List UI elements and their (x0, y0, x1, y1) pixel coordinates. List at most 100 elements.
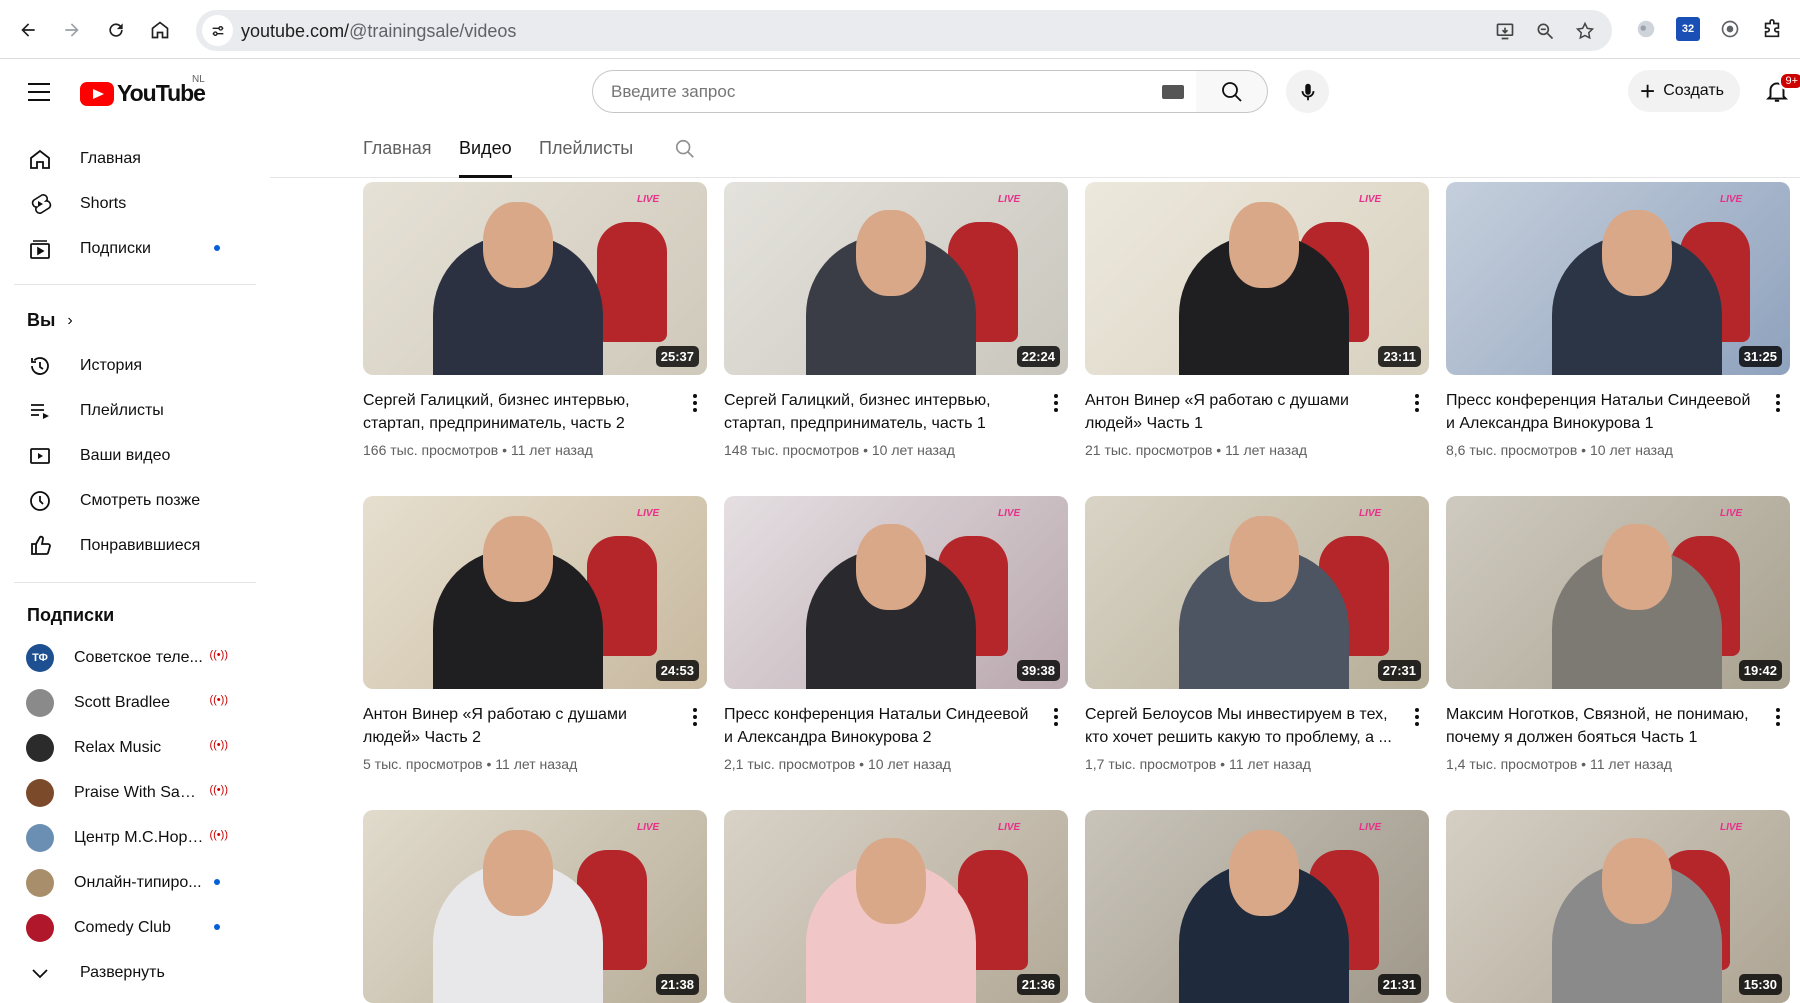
video-card[interactable]: LIVE 21:38 (363, 810, 707, 1003)
zoom-icon[interactable] (1532, 18, 1558, 44)
channel-name: Comedy Club (74, 918, 171, 936)
video-card[interactable]: LIVE 15:30 (1446, 810, 1790, 1003)
video-card[interactable]: LIVE 25:37 Сергей Галицкий, бизнес интер… (363, 182, 707, 458)
more-actions-icon[interactable] (687, 706, 703, 728)
install-app-icon[interactable] (1492, 18, 1518, 44)
video-thumbnail[interactable]: LIVE 31:25 (1446, 182, 1790, 375)
youtube-masthead: YouTube NL + Создать 9+ (0, 60, 1800, 122)
video-title[interactable]: Антон Винер «Я работаю с душами людей» Ч… (1085, 389, 1400, 435)
sidebar-item-subscriptions[interactable]: Подписки (14, 226, 254, 271)
sidebar-subscription[interactable]: Praise With Sang... ((•)) (14, 770, 254, 815)
notifications-button[interactable]: 9+ (1764, 72, 1800, 108)
video-card[interactable]: LIVE 22:24 Сергей Галицкий, бизнес интер… (724, 182, 1068, 458)
sidebar-item-liked[interactable]: Понравившиеся (14, 523, 254, 568)
sidebar-expand-button[interactable]: Развернуть (14, 950, 254, 995)
youtube-logo[interactable]: YouTube NL (80, 74, 206, 107)
video-thumbnail[interactable]: LIVE 15:30 (1446, 810, 1790, 1003)
video-thumbnail[interactable]: LIVE 39:38 (724, 496, 1068, 689)
video-title[interactable]: Пресс конференция Натальи Синдеевой и Ал… (724, 703, 1039, 749)
channel-search-button[interactable] (674, 138, 696, 165)
chevron-down-icon (27, 960, 53, 986)
video-card[interactable]: LIVE 27:31 Сергей Белоусов Мы инвестируе… (1085, 496, 1429, 772)
video-title[interactable]: Сергей Галицкий, бизнес интервью, старта… (363, 389, 678, 435)
video-card[interactable]: LIVE 21:36 (724, 810, 1068, 1003)
menu-icon[interactable] (22, 77, 58, 105)
keyboard-icon[interactable] (1162, 85, 1184, 99)
view-count: 21 тыс. просмотров (1085, 442, 1213, 458)
thumbnail-face (1602, 838, 1672, 924)
video-card[interactable]: LIVE 19:42 Максим Ноготков, Связной, не … (1446, 496, 1790, 772)
more-actions-icon[interactable] (687, 392, 703, 414)
sidebar-you-header[interactable]: Вы › (14, 298, 254, 343)
more-actions-icon[interactable] (1770, 706, 1786, 728)
sidebar-subscription[interactable]: Онлайн-типиро... (14, 860, 254, 905)
video-duration: 31:25 (1738, 346, 1782, 367)
video-card[interactable]: LIVE 24:53 Антон Винер «Я работаю с душа… (363, 496, 707, 772)
more-actions-icon[interactable] (1770, 392, 1786, 414)
extension-cloud-icon[interactable] (1634, 17, 1658, 41)
sidebar-item-history[interactable]: История (14, 343, 254, 388)
address-bar[interactable]: youtube.com/@trainingsale/videos (196, 10, 1612, 51)
video-thumbnail[interactable]: LIVE 25:37 (363, 182, 707, 375)
thumbnail-face (483, 830, 553, 916)
video-thumbnail[interactable]: LIVE 27:31 (1085, 496, 1429, 689)
thumbnail-face (1602, 210, 1672, 296)
extension-32-icon[interactable]: 32 (1676, 17, 1700, 41)
video-thumbnail[interactable]: LIVE 24:53 (363, 496, 707, 689)
back-button[interactable] (10, 12, 46, 48)
forward-button[interactable] (54, 12, 90, 48)
video-thumbnail[interactable]: LIVE 21:38 (363, 810, 707, 1003)
channel-watermark: LIVE (1359, 508, 1382, 519)
sidebar-subscription[interactable]: Центр М.С.Норб... ((•)) (14, 815, 254, 860)
video-card[interactable]: LIVE 23:11 Антон Винер «Я работаю с душа… (1085, 182, 1429, 458)
channel-name: Центр М.С.Норб... (74, 828, 204, 846)
search-button[interactable] (1196, 70, 1268, 113)
sidebar-subscription[interactable]: Scott Bradlee ((•)) (14, 680, 254, 725)
video-title[interactable]: Пресс конференция Натальи Синдеевой и Ал… (1446, 389, 1761, 435)
url-text[interactable]: youtube.com/@trainingsale/videos (241, 21, 516, 42)
sidebar-subscription[interactable]: ТФ Советское теле... ((•)) (14, 635, 254, 680)
live-icon: ((•)) (209, 784, 228, 796)
tab-home[interactable]: Главная (363, 138, 432, 178)
extension-record-icon[interactable] (1718, 17, 1742, 41)
country-code: NL (192, 74, 205, 85)
more-actions-icon[interactable] (1048, 392, 1064, 414)
meta-separator: • (859, 442, 872, 458)
tab-playlists[interactable]: Плейлисты (539, 138, 633, 178)
extensions-puzzle-icon[interactable] (1760, 17, 1784, 41)
site-info-icon[interactable] (202, 15, 233, 46)
video-thumbnail[interactable]: LIVE 22:24 (724, 182, 1068, 375)
sidebar-item-watch-later[interactable]: Смотреть позже (14, 478, 254, 523)
more-actions-icon[interactable] (1409, 392, 1425, 414)
plus-icon: + (1640, 76, 1656, 106)
sidebar-item-your-videos[interactable]: Ваши видео (14, 433, 254, 478)
bookmark-star-icon[interactable] (1572, 18, 1598, 44)
create-button[interactable]: + Создать (1628, 70, 1740, 112)
video-title[interactable]: Сергей Белоусов Мы инвестируем в тех, кт… (1085, 703, 1400, 749)
sidebar-item-home[interactable]: Главная (14, 136, 254, 181)
reload-button[interactable] (98, 12, 134, 48)
sidebar-item-label: Смотреть позже (80, 491, 201, 509)
video-title[interactable]: Сергей Галицкий, бизнес интервью, старта… (724, 389, 1039, 435)
sidebar-item-shorts[interactable]: Shorts (14, 181, 254, 226)
more-actions-icon[interactable] (1409, 706, 1425, 728)
voice-search-button[interactable] (1286, 70, 1329, 113)
video-thumbnail[interactable]: LIVE 21:31 (1085, 810, 1429, 1003)
sidebar-item-label: Понравившиеся (80, 536, 201, 554)
tab-videos[interactable]: Видео (459, 138, 512, 178)
sidebar-subscription[interactable]: Comedy Club (14, 905, 254, 950)
search-input[interactable] (593, 71, 1093, 112)
video-card[interactable]: LIVE 39:38 Пресс конференция Натальи Син… (724, 496, 1068, 772)
video-card[interactable]: LIVE 21:31 (1085, 810, 1429, 1003)
sidebar-item-playlists[interactable]: Плейлисты (14, 388, 254, 433)
more-actions-icon[interactable] (1048, 706, 1064, 728)
video-title[interactable]: Максим Ноготков, Связной, не понимаю, по… (1446, 703, 1761, 749)
home-button[interactable] (142, 12, 178, 48)
video-title[interactable]: Антон Винер «Я работаю с душами людей» Ч… (363, 703, 678, 749)
sidebar-subscription[interactable]: Relax Music ((•)) (14, 725, 254, 770)
video-thumbnail[interactable]: LIVE 19:42 (1446, 496, 1790, 689)
video-thumbnail[interactable]: LIVE 21:36 (724, 810, 1068, 1003)
video-thumbnail[interactable]: LIVE 23:11 (1085, 182, 1429, 375)
channel-name: Советское теле... (74, 648, 203, 666)
video-card[interactable]: LIVE 31:25 Пресс конференция Натальи Син… (1446, 182, 1790, 458)
